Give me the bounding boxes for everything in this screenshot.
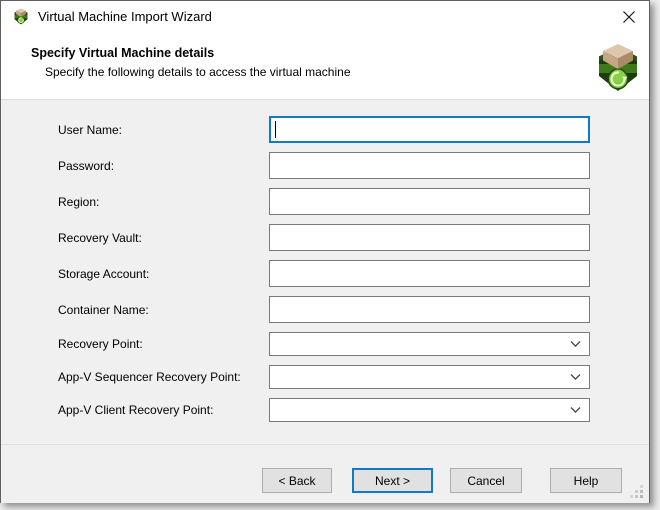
field-row-storage-account: Storage Account: (58, 260, 649, 287)
field-row-appv-client-recovery-point: App-V Client Recovery Point: (58, 398, 649, 422)
chevron-down-icon (570, 374, 581, 381)
field-row-container-name: Container Name: (58, 296, 649, 323)
appv-client-recovery-point-label: App-V Client Recovery Point: (58, 403, 269, 417)
vm-package-icon (13, 8, 29, 25)
storage-account-label: Storage Account: (58, 267, 269, 281)
container-name-input[interactable] (269, 296, 590, 323)
storage-account-input[interactable] (269, 260, 590, 287)
form-area: User Name: Password: Region: Recovery Va… (1, 100, 649, 445)
titlebar[interactable]: Virtual Machine Import Wizard (1, 1, 649, 31)
field-row-password: Password: (58, 152, 649, 179)
page-title: Specify Virtual Machine details (31, 46, 214, 60)
user-name-input[interactable] (269, 116, 590, 143)
back-button[interactable]: < Back (262, 468, 332, 493)
close-button[interactable] (618, 6, 640, 28)
region-input[interactable] (269, 188, 590, 215)
password-input[interactable] (269, 152, 590, 179)
field-row-user-name: User Name: (58, 116, 649, 143)
chevron-down-icon (570, 407, 581, 414)
close-icon (622, 10, 636, 24)
field-row-recovery-vault: Recovery Vault: (58, 224, 649, 251)
help-button[interactable]: Help (550, 468, 622, 493)
next-button[interactable]: Next > (352, 468, 433, 493)
appv-sequencer-recovery-point-combobox[interactable] (269, 365, 590, 389)
recovery-point-combobox[interactable] (269, 332, 590, 356)
button-bar: < Back Next > Cancel Help (1, 445, 649, 503)
recovery-vault-input[interactable] (269, 224, 590, 251)
window-title: Virtual Machine Import Wizard (38, 9, 212, 24)
page-subtitle: Specify the following details to access … (45, 65, 351, 79)
wizard-dialog: Virtual Machine Import Wizard Specify Vi… (0, 0, 650, 503)
field-row-region: Region: (58, 188, 649, 215)
vm-package-icon (596, 43, 640, 93)
chevron-down-icon (570, 341, 581, 348)
recovery-vault-label: Recovery Vault: (58, 231, 269, 245)
field-row-recovery-point: Recovery Point: (58, 332, 649, 356)
resize-grip-icon[interactable] (630, 485, 644, 499)
container-name-label: Container Name: (58, 303, 269, 317)
wizard-header: Specify Virtual Machine details Specify … (1, 31, 649, 100)
user-name-label: User Name: (58, 123, 269, 137)
cancel-button[interactable]: Cancel (450, 468, 522, 493)
appv-client-recovery-point-combobox[interactable] (269, 398, 590, 422)
recovery-point-label: Recovery Point: (58, 337, 269, 351)
region-label: Region: (58, 195, 269, 209)
field-row-appv-sequencer-recovery-point: App-V Sequencer Recovery Point: (58, 365, 649, 389)
appv-sequencer-recovery-point-label: App-V Sequencer Recovery Point: (58, 370, 269, 384)
password-label: Password: (58, 159, 269, 173)
